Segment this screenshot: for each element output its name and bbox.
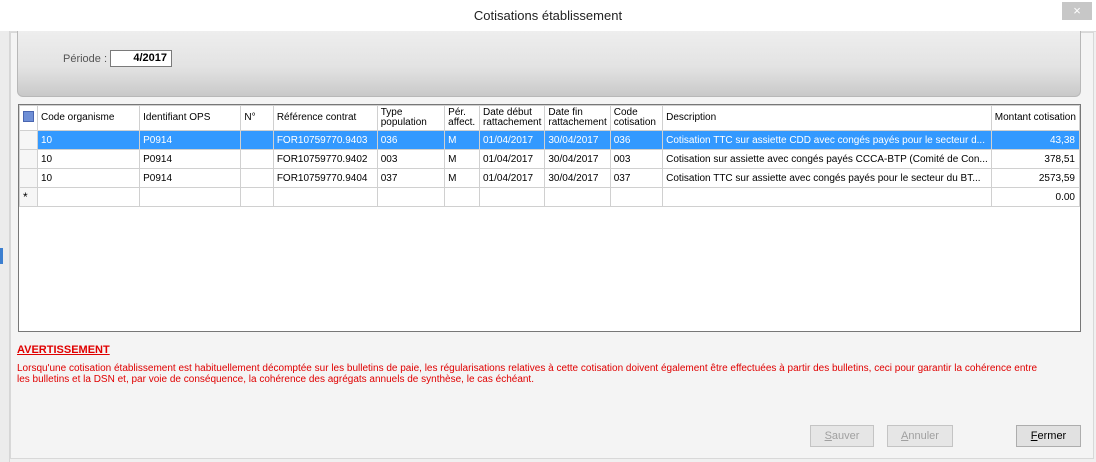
col-header-code-organisme[interactable]: Code organisme (36, 105, 141, 131)
cell-code-cotisation[interactable]: 037 (609, 168, 664, 188)
table-row[interactable]: 10 P0914 FOR10759770.9403 036 M 01/04/20… (19, 130, 1081, 150)
cotisations-grid[interactable]: Code organisme Identifiant OPS N° Référe… (18, 104, 1081, 332)
cell-type-population[interactable]: 003 (376, 149, 446, 169)
cell-type-population[interactable] (376, 187, 446, 207)
cell-identifiant-ops[interactable] (139, 187, 242, 207)
cell-type-population[interactable]: 036 (376, 130, 446, 150)
save-accel: S (824, 430, 832, 442)
col-header-type-population[interactable]: Type population (376, 105, 446, 131)
cell-code-cotisation[interactable]: 003 (609, 149, 664, 169)
cell-identifiant-ops[interactable]: P0914 (139, 130, 242, 150)
header-row: Code organisme Identifiant OPS N° Référe… (19, 105, 1081, 131)
cell-date-fin[interactable]: 30/04/2017 (544, 168, 611, 188)
cell-date-debut[interactable]: 01/04/2017 (478, 168, 546, 188)
table-row[interactable]: 10 P0914 FOR10759770.9404 037 M 01/04/20… (19, 168, 1081, 188)
save-label: auver (831, 430, 860, 442)
cell-reference-contrat[interactable]: FOR10759770.9402 (272, 149, 378, 169)
cell-numero[interactable] (240, 168, 274, 188)
periode-input[interactable]: 4/2017 (110, 50, 172, 67)
cell-identifiant-ops[interactable]: P0914 (139, 149, 242, 169)
cell-description[interactable]: Cotisation TTC sur assiette avec congés … (662, 168, 992, 188)
close-accel: F (1030, 430, 1038, 442)
filter-panel: Période : 4/2017 (17, 31, 1081, 97)
cell-montant[interactable]: 0.00 (990, 187, 1081, 207)
warning-text: Lorsqu'une cotisation établissement est … (17, 363, 1038, 385)
cell-date-fin[interactable]: 30/04/2017 (544, 130, 611, 150)
col-header-numero[interactable]: N° (240, 105, 274, 131)
new-row-marker[interactable]: * (19, 187, 38, 207)
cell-per-affect[interactable] (444, 187, 480, 207)
cell-identifiant-ops[interactable]: P0914 (139, 168, 242, 188)
cell-date-fin[interactable] (544, 187, 611, 207)
cancel-label: nnuler (908, 430, 939, 442)
table-row[interactable]: 10 P0914 FOR10759770.9402 003 M 01/04/20… (19, 149, 1081, 169)
cell-per-affect[interactable]: M (444, 149, 480, 169)
col-header-date-fin[interactable]: Date fin rattachement (544, 105, 611, 131)
cell-code-organisme[interactable]: 10 (36, 149, 141, 169)
save-button[interactable]: Sauver (810, 425, 874, 447)
col-header-date-debut[interactable]: Date début rattachement (478, 105, 546, 131)
cell-code-organisme[interactable]: 10 (36, 168, 141, 188)
col-header-code-cotisation[interactable]: Code cotisation (609, 105, 664, 131)
cell-description[interactable]: Cotisation TTC sur assiette CDD avec con… (662, 130, 992, 150)
close-label: ermer (1037, 430, 1067, 442)
col-header-per-affect[interactable]: Pér. affect. (444, 105, 480, 131)
cell-montant[interactable]: 2573,59 (990, 168, 1081, 188)
row-header[interactable] (19, 130, 38, 150)
close-button[interactable]: Fermer (1016, 425, 1081, 447)
cell-reference-contrat[interactable] (272, 187, 378, 207)
cell-code-cotisation[interactable] (609, 187, 664, 207)
cell-per-affect[interactable]: M (444, 168, 480, 188)
cell-per-affect[interactable]: M (444, 130, 480, 150)
cell-code-organisme[interactable] (36, 187, 141, 207)
warning-title: AVERTISSEMENT (17, 344, 110, 356)
cell-date-fin[interactable]: 30/04/2017 (544, 149, 611, 169)
new-row[interactable]: * 0.00 (19, 187, 1081, 207)
background-selection-mark (0, 248, 3, 264)
cell-montant[interactable]: 378,51 (990, 149, 1081, 169)
cell-date-debut[interactable] (478, 187, 546, 207)
cell-type-population[interactable]: 037 (376, 168, 446, 188)
col-header-description[interactable]: Description (662, 105, 992, 131)
cell-numero[interactable] (240, 149, 274, 169)
cell-code-cotisation[interactable]: 036 (609, 130, 664, 150)
row-header[interactable] (19, 149, 38, 169)
cell-description[interactable]: Cotisation sur assiette avec congés payé… (662, 149, 992, 169)
title-bar: Cotisations établissement × (0, 0, 1096, 32)
col-header-montant[interactable]: Montant cotisation (990, 105, 1081, 131)
cell-date-debut[interactable]: 01/04/2017 (478, 149, 546, 169)
col-header-identifiant-ops[interactable]: Identifiant OPS (139, 105, 242, 131)
cell-numero[interactable] (240, 130, 274, 150)
cell-date-debut[interactable]: 01/04/2017 (478, 130, 546, 150)
cell-reference-contrat[interactable]: FOR10759770.9403 (272, 130, 378, 150)
cell-montant[interactable]: 43,38 (990, 130, 1081, 150)
background-window-edge (0, 31, 10, 462)
select-all-corner[interactable] (19, 105, 38, 131)
periode-label: Période : (63, 53, 108, 65)
close-icon[interactable]: × (1062, 2, 1092, 20)
cancel-button[interactable]: Annuler (887, 425, 953, 447)
window-title: Cotisations établissement (473, 8, 623, 23)
col-header-reference-contrat[interactable]: Référence contrat (272, 105, 378, 131)
row-header[interactable] (19, 168, 38, 188)
cell-numero[interactable] (240, 187, 274, 207)
cell-reference-contrat[interactable]: FOR10759770.9404 (272, 168, 378, 188)
cell-code-organisme[interactable]: 10 (36, 130, 141, 150)
cotisations-table: Code organisme Identifiant OPS N° Référe… (19, 105, 1081, 207)
cell-description[interactable] (662, 187, 992, 207)
